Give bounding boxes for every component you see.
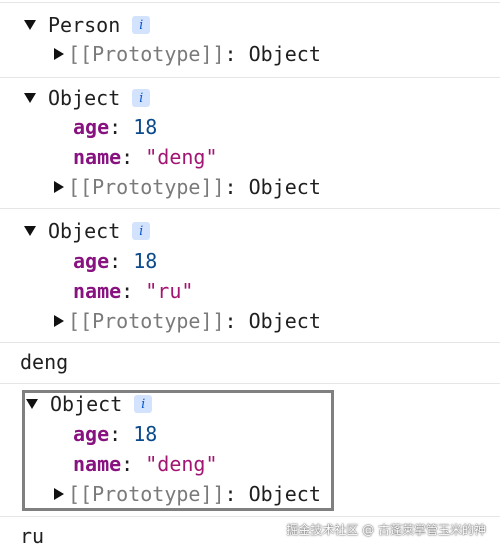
property-row: age: 18 xyxy=(73,115,158,139)
property-key: name xyxy=(73,452,122,476)
prototype-label: [[Prototype]] xyxy=(68,482,225,506)
object-type-label: Person xyxy=(48,13,121,37)
property-value: "deng" xyxy=(145,452,218,476)
info-icon[interactable]: i xyxy=(132,16,151,34)
property-row: name: "ru" xyxy=(73,279,194,303)
console-divider xyxy=(0,77,500,78)
property-row: age: 18 xyxy=(73,249,158,273)
colon: : xyxy=(224,42,249,66)
property-value: 18 xyxy=(133,422,158,446)
prototype-value: Object xyxy=(248,482,321,506)
console-divider xyxy=(0,2,500,3)
expand-triangle-icon[interactable] xyxy=(24,20,36,30)
property-key: age xyxy=(73,249,110,273)
expand-triangle-icon[interactable] xyxy=(24,93,36,103)
info-icon[interactable]: i xyxy=(134,395,153,413)
prototype-row[interactable]: [[Prototype]]: Object xyxy=(54,172,321,202)
object-type-label: Object xyxy=(48,219,121,243)
prototype-label: [[Prototype]] xyxy=(68,309,225,333)
property-key: name xyxy=(73,279,122,303)
object-header[interactable]: Object i xyxy=(24,216,151,246)
property-key: age xyxy=(73,422,110,446)
prototype-row[interactable]: [[Prototype]]: Object xyxy=(54,306,321,336)
console-divider xyxy=(0,516,500,517)
property-value: "deng" xyxy=(145,145,218,169)
log-text: ru xyxy=(20,524,45,548)
prototype-value: Object xyxy=(248,175,321,199)
property-key: age xyxy=(73,115,110,139)
collapse-triangle-icon[interactable] xyxy=(54,488,64,500)
prototype-label: [[Prototype]] xyxy=(68,175,225,199)
prototype-row[interactable]: [[Prototype]]: Object xyxy=(54,479,321,509)
collapse-triangle-icon[interactable] xyxy=(54,315,64,327)
property-key: name xyxy=(73,145,122,169)
property-row: age: 18 xyxy=(73,422,158,446)
object-type-label: Object xyxy=(48,86,121,110)
expand-triangle-icon[interactable] xyxy=(26,399,38,409)
info-icon[interactable]: i xyxy=(132,89,151,107)
property-value: "ru" xyxy=(145,279,194,303)
property-row: name: "deng" xyxy=(73,452,218,476)
console-divider xyxy=(0,208,500,209)
object-header-person[interactable]: Person i xyxy=(24,10,151,40)
collapse-triangle-icon[interactable] xyxy=(54,48,64,60)
object-type-label: Object xyxy=(50,392,123,416)
prototype-row[interactable]: [[Prototype]]: Object xyxy=(54,39,321,69)
info-icon[interactable]: i xyxy=(132,222,151,240)
property-value: 18 xyxy=(133,249,158,273)
prototype-label: [[Prototype]] xyxy=(68,42,225,66)
object-header[interactable]: Object i xyxy=(26,389,153,419)
property-value: 18 xyxy=(133,115,158,139)
watermark: 掘金技术社区 @ 古蓬莱掌管玉米的神 xyxy=(286,523,486,537)
prototype-value: Object xyxy=(248,42,321,66)
console-divider xyxy=(0,342,500,343)
console-divider xyxy=(0,383,500,384)
object-header[interactable]: Object i xyxy=(24,83,151,113)
prototype-value: Object xyxy=(248,309,321,333)
collapse-triangle-icon[interactable] xyxy=(54,181,64,193)
expand-triangle-icon[interactable] xyxy=(24,226,36,236)
log-text: deng xyxy=(20,350,69,374)
property-row: name: "deng" xyxy=(73,145,218,169)
